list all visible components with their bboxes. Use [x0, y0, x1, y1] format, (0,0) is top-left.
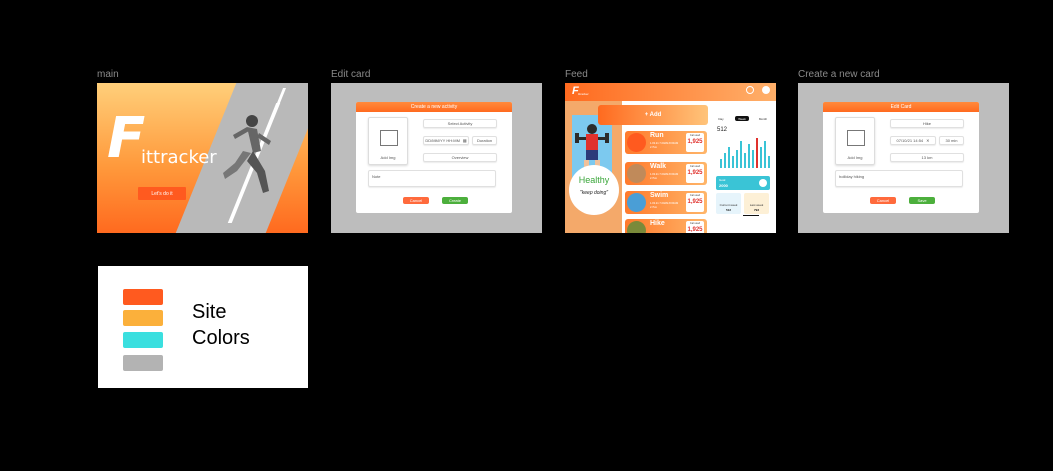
run-icon [627, 133, 646, 152]
frame-label-edit-card: Edit card [331, 69, 371, 80]
activity-meta: 1.03.21 7:20AM-8:00AM 2.7km [650, 142, 679, 149]
activity-name: Run [650, 132, 664, 139]
frame-label-feed: Feed [565, 69, 588, 80]
activity-card-swim[interactable]: Swim 1.03.21 7:20AM-8:00AM 2.7km Cal used… [625, 191, 707, 214]
brand-name: ittracker [141, 147, 217, 168]
modal-header: Create a new activity [356, 102, 512, 112]
mini-card-current: Current week 512 [716, 193, 741, 214]
calories-box: Cal used 1,925 [686, 164, 704, 183]
site-colors-title-line2: Colors [192, 327, 250, 349]
modal-header: Edit Card [823, 102, 979, 112]
site-colors-frame: Site Colors [98, 266, 308, 388]
feed-logo-text: ittracker [578, 92, 589, 96]
calories-box: Cal used 1,925 [686, 193, 704, 212]
goal-icon [759, 179, 767, 187]
create-button[interactable]: Create [442, 197, 468, 204]
edit-card-frame[interactable]: Create a new activity Add Img Select Act… [331, 83, 542, 233]
feed-frame[interactable]: F ittracker Healthy "keep doing" + Add R… [565, 83, 776, 233]
chart-bar [728, 147, 730, 168]
keep-doing-label: "keep doing" [579, 190, 608, 196]
walk-icon [627, 164, 646, 183]
date-field[interactable]: DD/MM/YY HH:MM ▦ [423, 136, 469, 145]
date-field[interactable]: 07/10/21 14:54 ✕ [890, 136, 936, 145]
tab-day[interactable]: Day [714, 116, 728, 121]
design-canvas: main F ittracker Let's do it Edit card C… [0, 0, 1053, 471]
frame-label-create-card: Create a new card [798, 69, 880, 80]
calories-box: Cal used 1,925 [686, 221, 704, 233]
tab-month[interactable]: Month [756, 116, 770, 121]
clear-icon[interactable]: ✕ [926, 138, 929, 143]
swatch-orange [123, 289, 163, 305]
chart-bar [756, 138, 758, 168]
scroll-indicator [743, 215, 759, 216]
chart-bar [732, 156, 734, 168]
edit-card-modal: Edit Card Add Img Hike 07/10/21 14:54 ✕ … [823, 102, 979, 213]
activity-card-walk[interactable]: Walk 1.03.21 7:20AM-8:00AM 2.7km Cal used… [625, 162, 707, 185]
calendar-icon: ▦ [462, 138, 467, 143]
date-value: 07/10/21 14:54 [896, 138, 924, 143]
lets-do-it-button[interactable]: Let's do it [138, 187, 186, 200]
duration-field[interactable]: 30 min [939, 136, 964, 145]
profile-icon[interactable] [762, 86, 770, 94]
activity-meta: 1.03.21 7:20AM-8:00AM 2.7km [650, 173, 679, 180]
runner-image [223, 115, 271, 193]
activity-name: Walk [650, 163, 667, 170]
activity-name: Hike [650, 220, 665, 227]
activity-field[interactable]: Hike [890, 119, 964, 128]
feed-header: F ittracker [565, 83, 776, 101]
image-placeholder-icon [380, 130, 398, 146]
period-tabs: Day Week Month [712, 116, 774, 122]
distance-field[interactable]: 13 km [890, 153, 964, 162]
chart-bar [764, 141, 766, 168]
stats-panel: Day Week Month 512 Goal 2000 Current wee… [712, 110, 774, 216]
chart-bar [740, 141, 742, 168]
activity-card-hike[interactable]: Hike Cal used 1,925 [625, 219, 707, 233]
brand-letter: F [107, 106, 146, 171]
duration-field[interactable]: Duration [472, 136, 497, 145]
goal-card[interactable]: Goal 2000 [716, 176, 770, 190]
image-placeholder-icon [847, 130, 865, 146]
main-frame[interactable]: F ittracker Let's do it [97, 83, 308, 233]
activity-meta: 1.03.21 7:20AM-8:00AM 2.7km [650, 202, 679, 209]
activity-card-run[interactable]: Run 1.03.21 7:20AM-8:00AM 2.7km Cal used … [625, 131, 707, 154]
cancel-button[interactable]: Cancel [403, 197, 429, 204]
add-activity-button[interactable]: + Add [598, 105, 708, 125]
notifications-icon[interactable] [746, 86, 754, 94]
activity-name: Swim [650, 192, 669, 199]
frame-label-main: main [97, 69, 119, 80]
chart-bar [720, 159, 722, 168]
tab-week[interactable]: Week [735, 116, 749, 121]
add-image-box[interactable]: Add Img [368, 117, 408, 165]
site-colors-title-line1: Site [192, 301, 227, 323]
create-card-frame[interactable]: Edit Card Add Img Hike 07/10/21 14:54 ✕ … [798, 83, 1009, 233]
cancel-button[interactable]: Cancel [870, 197, 896, 204]
total-value: 512 [717, 127, 728, 133]
chart-bar [768, 156, 770, 168]
swatch-teal [123, 332, 163, 348]
calories-box: Cal used 1,925 [686, 133, 704, 152]
note-field[interactable]: Note [368, 170, 496, 187]
swatch-yellow [123, 310, 163, 326]
add-image-box[interactable]: Add Img [835, 117, 875, 165]
note-field[interactable]: holliday hiking [835, 170, 963, 187]
save-button[interactable]: Save [909, 197, 935, 204]
motivation-badge: Healthy "keep doing" [569, 165, 619, 215]
swatch-gray [123, 355, 163, 371]
chart-bar [748, 144, 750, 168]
chart-bar [752, 150, 754, 168]
chart-bar [724, 153, 726, 168]
chart-bar [736, 150, 738, 168]
chart-bar [744, 153, 746, 168]
chart-bar [760, 147, 762, 168]
overview-field[interactable]: Overview [423, 153, 497, 162]
healthy-label: Healthy [578, 175, 610, 185]
add-image-label: Add Img [847, 155, 863, 160]
activity-modal: Create a new activity Add Img Select Act… [356, 102, 512, 213]
add-image-label: Add Img [380, 155, 396, 160]
swim-icon [627, 193, 646, 212]
select-activity-field[interactable]: Select Activity [423, 119, 497, 128]
hike-icon [627, 221, 646, 233]
mini-card-last: Last week 793 [744, 193, 769, 214]
date-placeholder: DD/MM/YY HH:MM [425, 138, 460, 143]
